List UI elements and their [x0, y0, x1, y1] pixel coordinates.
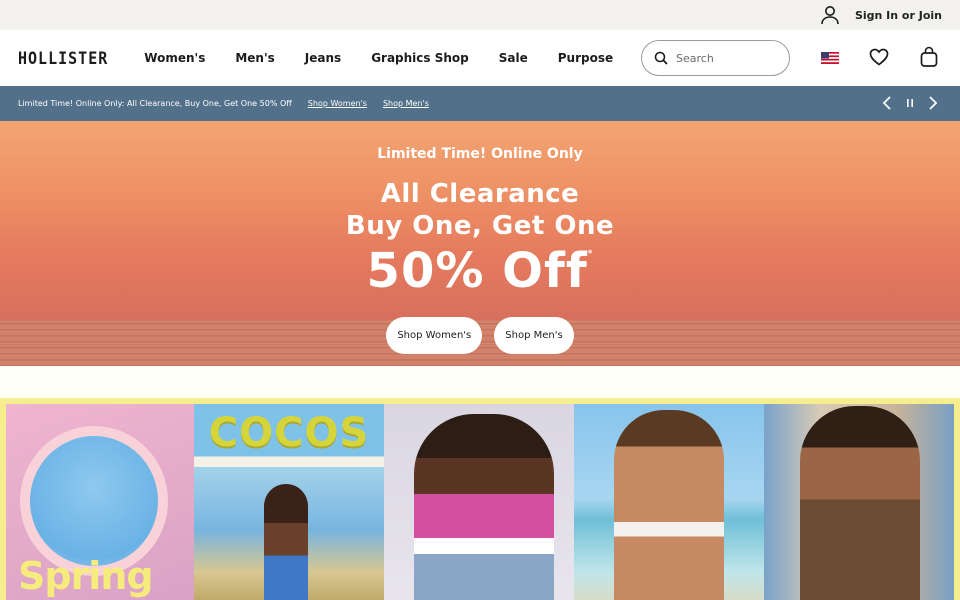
- gallery-tile-floral-dress[interactable]: [764, 404, 954, 600]
- nav-item-womens[interactable]: Women's: [144, 51, 205, 65]
- sign-in-link[interactable]: Sign In or Join: [855, 9, 942, 22]
- promo-controls: [882, 96, 938, 110]
- section-spacer: [0, 366, 960, 398]
- nav-item-graphics-shop[interactable]: Graphics Shop: [371, 51, 469, 65]
- hero-asterisk: *: [587, 249, 594, 259]
- nav-item-purpose[interactable]: Purpose: [558, 51, 613, 65]
- gallery-tile-spring[interactable]: Spring: [6, 404, 194, 600]
- model-image: [800, 406, 920, 600]
- spring-break-gallery: Spring COCOS: [0, 398, 960, 600]
- hero-discount: 50% Off*: [0, 243, 960, 299]
- gallery-tile-beach-friends[interactable]: [574, 404, 764, 600]
- promo-link-shop-mens[interactable]: Shop Men's: [383, 99, 429, 108]
- nav-item-mens[interactable]: Men's: [235, 51, 274, 65]
- chevron-right-icon[interactable]: [928, 96, 938, 110]
- gallery-tile-cocos[interactable]: COCOS: [194, 404, 384, 600]
- heart-icon[interactable]: [869, 48, 889, 66]
- model-image: [414, 414, 554, 600]
- promo-banner: Limited Time! Online Only: All Clearance…: [0, 86, 960, 121]
- nav-item-jeans[interactable]: Jeans: [305, 51, 341, 65]
- shop-mens-button[interactable]: Shop Men's: [494, 317, 574, 354]
- hero-buttons: Shop Women's Shop Men's: [0, 317, 960, 354]
- brand-logo[interactable]: HOLLISTER: [18, 48, 108, 69]
- hero-line-2: Buy One, Get One: [345, 211, 615, 241]
- hero-kicker: Limited Time! Online Only: [377, 146, 583, 162]
- main-header: HOLLISTER Women's Men's Jeans Graphics S…: [0, 30, 960, 86]
- gallery-tile-pink-cardigan[interactable]: [384, 404, 574, 600]
- pause-icon[interactable]: [905, 97, 915, 109]
- main-nav: Women's Men's Jeans Graphics Shop Sale P…: [144, 51, 613, 65]
- shopping-bag-icon[interactable]: [920, 46, 938, 68]
- model-image: [614, 410, 724, 600]
- utility-bar: Sign In or Join: [0, 0, 960, 30]
- chevron-left-icon[interactable]: [882, 96, 892, 110]
- hero-banner: Limited Time! Online Only All Clearance …: [0, 121, 960, 366]
- model-image: [264, 484, 308, 600]
- nav-item-sale[interactable]: Sale: [499, 51, 528, 65]
- cocos-sign: COCOS: [208, 410, 370, 456]
- person-icon[interactable]: [819, 4, 841, 26]
- hero-line-1: All Clearance: [380, 179, 580, 209]
- shop-womens-button[interactable]: Shop Women's: [386, 317, 483, 354]
- promo-link-shop-womens[interactable]: Shop Women's: [308, 99, 367, 108]
- search-icon: [654, 51, 668, 65]
- search-input[interactable]: [676, 51, 776, 65]
- search-box[interactable]: [641, 40, 790, 76]
- hero-discount-text: 50% Off: [366, 243, 588, 299]
- spring-heading: Spring: [18, 554, 154, 598]
- promo-message: Limited Time! Online Only: All Clearance…: [18, 99, 292, 108]
- us-flag-icon[interactable]: [821, 52, 839, 64]
